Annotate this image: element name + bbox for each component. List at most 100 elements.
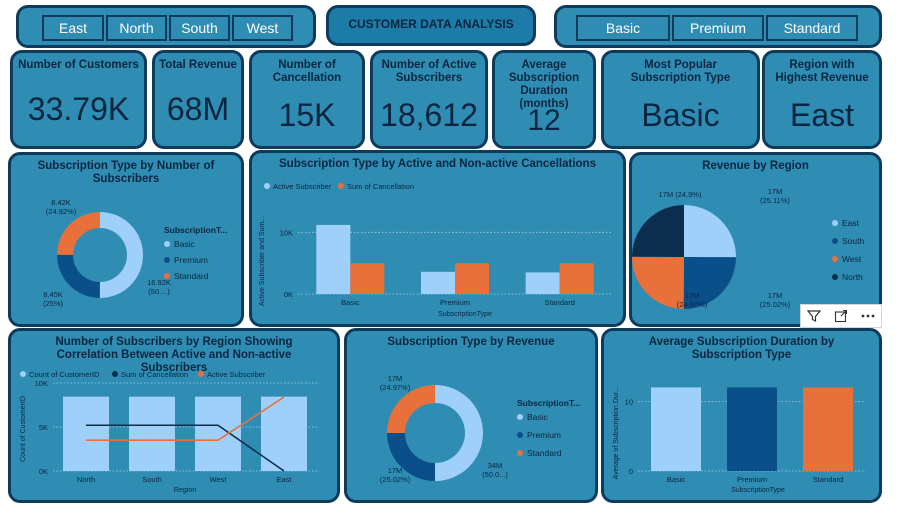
y-axis-title: Active Subscriber and Sum...	[259, 216, 266, 306]
legend-marker-count-of-customerid	[20, 371, 26, 377]
x-tick-label: Basic	[667, 475, 686, 484]
slicer-east-button[interactable]: East	[42, 15, 104, 41]
legend-title: SubscriptionT...	[517, 398, 580, 408]
legend-label-active-subscriber: Active Subscriber	[273, 182, 332, 191]
kpi-cancellation-value: 15K	[278, 97, 336, 133]
slice-north	[632, 205, 684, 257]
y-axis-title: Average of Subscription Dur...	[613, 387, 620, 480]
bar-premium-active-subscriber	[421, 271, 455, 294]
legend-label-sum-of-cancellation: Sum of Cancellation	[121, 370, 188, 379]
legend-label-count-of-customerid: Count of CustomerID	[29, 370, 100, 379]
bar-standard-sum-of-cancellation	[559, 263, 594, 294]
bar-premium	[727, 387, 777, 471]
kpi-region-value: East	[789, 97, 855, 133]
y-tick-label: 0K	[284, 290, 293, 299]
bar-basic-sum-of-cancellation	[350, 263, 385, 294]
filter-icon[interactable]	[801, 305, 827, 327]
chart-5-title: Subscription Type by Revenue	[387, 336, 555, 348]
chart-1-svg: 16.92K (50....) 8.45K (25%) 8.42K (24.92%) Sub…	[43, 198, 227, 308]
x-axis-title: Region	[174, 487, 196, 494]
legend-marker-east	[832, 220, 838, 226]
bar-basic	[651, 387, 701, 471]
legend-marker-standard	[517, 450, 523, 456]
legend-marker-standard	[164, 273, 170, 279]
y-axis-title: Count of CustomerID	[20, 396, 27, 462]
data-label-standard: 17M (24.97%)	[380, 374, 411, 392]
chart-revenue-by-region: Revenue by Region 17M (25.11%) 17M (25.02%)…	[629, 152, 882, 327]
legend-label-west: West	[842, 254, 862, 264]
chart-3-svg: 17M (25.11%)17M (25.02%)17M (24.97%)17M (24…	[632, 187, 864, 309]
legend-label-basic: Basic	[527, 412, 549, 422]
kpi-popular-card: Most Popular Subscription Type Basic	[601, 50, 760, 149]
chart-type-by-revenue: Subscription Type by Revenue 34M (50.0...…	[344, 328, 598, 503]
visual-header-toolbar	[800, 304, 882, 328]
slicer-standard-button[interactable]: Standard	[766, 15, 858, 41]
kpi-revenue-label: Total Revenue	[159, 59, 237, 71]
data-label-basic: 34M (50.0...)	[482, 461, 508, 479]
legend-marker-sum-of-cancellation	[112, 371, 118, 377]
y-tick-label: 0	[629, 467, 633, 476]
bar-standard-active-subscriber	[525, 272, 560, 294]
report-title: CUSTOMER DATA ANALYSIS	[348, 17, 514, 31]
slicer-west-button[interactable]: West	[232, 15, 293, 41]
chart-2-svg: 0K 10K Active Subscriber Sum of Cancellatio…	[259, 182, 612, 318]
legend-label-sum-of-cancellation: Sum of Cancellation	[347, 182, 414, 191]
slicer-south-button[interactable]: South	[169, 15, 230, 41]
data-label-north: 17M (24.9%)	[659, 190, 702, 199]
legend-marker-sum-of-cancellation	[338, 183, 344, 189]
kpi-revenue-value: 68M	[166, 91, 230, 127]
slicer-basic-button[interactable]: Basic	[576, 15, 670, 41]
x-tick-label: North	[77, 475, 95, 484]
more-options-icon[interactable]	[855, 305, 881, 327]
kpi-popular-label: Most Popular Subscription Type	[630, 59, 731, 84]
legend-label-standard: Standard	[174, 271, 209, 281]
x-tick-label: East	[276, 475, 292, 484]
bar-west	[195, 396, 241, 471]
legend-marker-premium	[164, 257, 170, 263]
kpi-active-card: Number of Active Subscribers 18,612	[370, 50, 488, 149]
chart-6-svg: 0 10 Basic Premium Standard SubscriptionType A…	[613, 387, 866, 494]
x-tick-label: Premium	[440, 298, 470, 307]
y-tick-label: 10	[625, 397, 633, 406]
data-label-premium: 8.45K (25%)	[43, 290, 64, 308]
kpi-popular-value: Basic	[641, 97, 720, 133]
legend-label-premium: Premium	[527, 430, 561, 440]
data-label-basic: 16.92K (50....)	[147, 278, 171, 296]
slice-premium	[57, 254, 100, 298]
slicer-premium-button[interactable]: Premium	[672, 15, 764, 41]
kpi-customers-label: Number of Customers	[18, 59, 139, 71]
x-tick-label: West	[210, 475, 228, 484]
chart-4-svg: 0K5K10KCount of CustomerID Sum of Cancell…	[20, 370, 317, 494]
bar-south	[129, 396, 175, 471]
chart-subscribers-by-region: Number of Subscribers by Region Showing …	[8, 328, 340, 503]
legend-marker-premium	[517, 432, 523, 438]
x-tick-label: Premium	[737, 475, 767, 484]
chart-active-cancellations: Subscription Type by Active and Non-acti…	[249, 150, 626, 327]
slicer-north-button[interactable]: North	[106, 15, 167, 41]
focus-mode-icon[interactable]	[827, 305, 855, 327]
x-axis-title: SubscriptionType	[731, 487, 785, 494]
legend-marker-active-subscriber	[264, 183, 270, 189]
chart-subscribers-by-type: Subscription Type by Number of Subscribe…	[8, 152, 244, 327]
legend-label-south: South	[842, 236, 864, 246]
legend-label-east: East	[842, 218, 860, 228]
slice-basic	[435, 385, 483, 481]
data-label-standard: 8.42K (24.92%)	[46, 198, 77, 216]
kpi-revenue-card: Total Revenue 68M	[152, 50, 244, 149]
bar-north	[63, 396, 109, 471]
bar-standard	[803, 387, 853, 471]
kpi-region-card: Region with Highest Revenue East	[762, 50, 882, 149]
y-tick-label: 5K	[39, 423, 48, 432]
legend-marker-active-subscriber	[198, 371, 204, 377]
slice-standard	[57, 212, 100, 255]
legend-label-premium: Premium	[174, 255, 208, 265]
kpi-active-value: 18,612	[380, 97, 478, 133]
data-label-east: 17M (25.11%)	[760, 187, 790, 205]
y-tick-label: 10K	[35, 379, 48, 388]
legend-label-north: North	[842, 272, 863, 282]
chart-3-title: Revenue by Region	[702, 160, 809, 172]
bar-basic-active-subscriber	[316, 224, 351, 294]
legend-label-standard: Standard	[527, 448, 562, 458]
legend-marker-north	[832, 274, 838, 280]
slice-east	[684, 205, 736, 258]
